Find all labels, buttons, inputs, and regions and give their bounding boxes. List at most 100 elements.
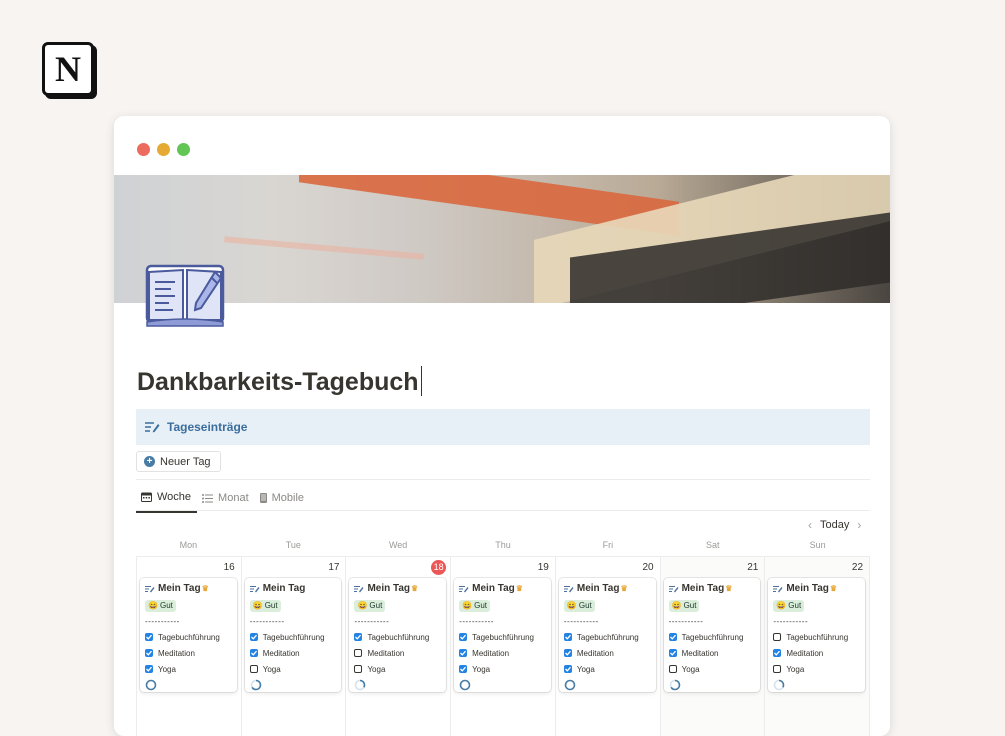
day-number: 21 bbox=[747, 562, 759, 573]
checkbox-label: Yoga bbox=[786, 664, 805, 674]
checkbox[interactable] bbox=[668, 649, 677, 657]
maximize-dot[interactable] bbox=[177, 143, 190, 156]
weekday-label: Wed bbox=[388, 540, 408, 550]
day-column[interactable]: 18 Mein Tag ♛ 😄 Gut ----------- Tagebuchführun… bbox=[346, 557, 452, 736]
crown-icon: ♛ bbox=[829, 584, 838, 593]
separator-text: ----------- bbox=[249, 617, 285, 626]
checkbox[interactable] bbox=[459, 665, 468, 673]
chevron-left-icon[interactable]: ‹ bbox=[808, 518, 812, 532]
checkbox-label: Tagebuchführung bbox=[786, 632, 849, 642]
entry-icon bbox=[668, 585, 679, 593]
checkbox-row: Yoga bbox=[773, 661, 861, 677]
checkbox-row: Meditation bbox=[354, 645, 442, 661]
crown-icon: ♛ bbox=[515, 584, 523, 593]
close-dot[interactable] bbox=[137, 143, 150, 156]
journal-book-icon[interactable] bbox=[145, 264, 225, 328]
entry-title: Mein Tag bbox=[786, 583, 829, 594]
day-number: 19 bbox=[537, 562, 549, 573]
minimize-dot[interactable] bbox=[157, 143, 170, 156]
day-column[interactable]: 19 Mein Tag ♛ 😄 Gut ----------- Tagebuchführun… bbox=[451, 557, 556, 736]
day-column[interactable]: 22 Mein Tag ♛ 😄 Gut ----------- Tagebuchführun… bbox=[765, 557, 871, 736]
day-entry-card[interactable]: Mein Tag ♛ 😄 Gut ----------- Tagebuchführung M… bbox=[768, 578, 866, 692]
day-entry-card[interactable]: Mein Tag ♛ 😄 Gut ----------- Tagebuchführung M… bbox=[663, 578, 761, 692]
day-number: 18 bbox=[431, 560, 447, 575]
progress-ring bbox=[145, 678, 233, 696]
database-title: Tageseinträge bbox=[167, 420, 248, 434]
crown-icon: ♛ bbox=[620, 584, 628, 593]
calendar-icon bbox=[141, 492, 152, 502]
checkbox-label: Yoga bbox=[158, 664, 176, 674]
checkbox-row: Tagebuchführung bbox=[563, 629, 652, 645]
checkbox[interactable] bbox=[773, 633, 782, 641]
checkbox[interactable] bbox=[459, 633, 468, 641]
checkbox[interactable] bbox=[145, 633, 153, 641]
separator-text: ----------- bbox=[459, 617, 494, 626]
checkbox[interactable] bbox=[668, 665, 677, 673]
checkbox-row: Tagebuchführung bbox=[668, 629, 757, 645]
checkbox-row: Yoga bbox=[668, 661, 757, 677]
date-navigation: ‹ Today › bbox=[808, 518, 861, 532]
checkbox-label: Meditation bbox=[262, 648, 300, 658]
weekday-header: Mon Tue Wed Thu Fri Sat Sun bbox=[136, 540, 870, 550]
checkbox[interactable] bbox=[145, 665, 153, 673]
weekday-label: Thu bbox=[495, 540, 511, 550]
entry-icon bbox=[773, 585, 783, 593]
today-button[interactable]: Today bbox=[820, 519, 849, 531]
checkbox[interactable] bbox=[354, 633, 363, 641]
checkbox-label: Tagebuchführung bbox=[367, 632, 430, 642]
checkbox-row: Tagebuchführung bbox=[773, 629, 861, 645]
checkbox[interactable] bbox=[354, 665, 363, 673]
checkbox-row: Yoga bbox=[145, 661, 233, 677]
smile-icon: 😄 bbox=[462, 601, 473, 610]
smile-icon: 😄 bbox=[671, 601, 682, 610]
checkbox-row: Yoga bbox=[354, 661, 442, 677]
day-entry-card[interactable]: Mein Tag 😄 Gut ----------- Tagebuchführung Me… bbox=[244, 578, 342, 692]
smile-icon: 😄 bbox=[776, 601, 787, 610]
day-entry-card[interactable]: Mein Tag ♛ 😄 Gut ----------- Tagebuchführung M… bbox=[558, 578, 656, 692]
progress-ring bbox=[250, 678, 338, 696]
separator-text: ----------- bbox=[145, 617, 180, 626]
checkbox[interactable] bbox=[249, 649, 258, 657]
checkbox[interactable] bbox=[773, 665, 782, 673]
checkbox[interactable] bbox=[459, 649, 468, 657]
day-column[interactable]: 21 Mein Tag ♛ 😄 Gut ----------- Tagebuchführun… bbox=[660, 557, 766, 736]
separator-text: ----------- bbox=[354, 617, 390, 626]
checkbox-label: Meditation bbox=[472, 648, 510, 658]
mood-tag: 😄 Gut bbox=[668, 599, 700, 612]
checkbox-label: Yoga bbox=[262, 664, 281, 674]
checkbox-row: Meditation bbox=[459, 645, 547, 661]
new-day-button[interactable]: + Neuer Tag bbox=[136, 451, 221, 472]
checkbox[interactable] bbox=[249, 665, 258, 673]
progress-ring bbox=[354, 678, 442, 696]
entry-title: Mein Tag bbox=[681, 583, 725, 594]
checkbox[interactable] bbox=[145, 649, 153, 657]
chevron-right-icon[interactable]: › bbox=[857, 518, 861, 532]
database-header[interactable]: Tageseinträge bbox=[136, 409, 870, 445]
checkbox[interactable] bbox=[773, 649, 782, 657]
checkbox[interactable] bbox=[563, 649, 572, 657]
plus-icon: + bbox=[144, 456, 155, 467]
day-column[interactable]: 17 Mein Tag 😄 Gut ----------- Tagebuchführung… bbox=[242, 557, 347, 736]
checkbox-row: Meditation bbox=[668, 645, 757, 661]
checkbox-row: Meditation bbox=[145, 645, 233, 661]
day-entry-card[interactable]: Mein Tag ♛ 😄 Gut ----------- Tagebuchführung M… bbox=[140, 578, 237, 692]
checkbox-label: Tagebuchführung bbox=[158, 632, 220, 642]
checkbox[interactable] bbox=[249, 633, 258, 641]
checkbox[interactable] bbox=[563, 633, 572, 641]
entry-icon bbox=[459, 585, 469, 593]
checkbox-label: Tagebuchführung bbox=[262, 632, 325, 642]
checkbox-label: Meditation bbox=[158, 648, 195, 658]
window-controls bbox=[137, 143, 190, 156]
checkbox-label: Tagebuchführung bbox=[681, 632, 744, 642]
entry-title: Mein Tag bbox=[262, 583, 306, 594]
day-column[interactable]: 20 Mein Tag ♛ 😄 Gut ----------- Tagebuchführun… bbox=[556, 557, 661, 736]
day-column[interactable]: 16 Mein Tag ♛ 😄 Gut ----------- Tagebuchführun… bbox=[136, 557, 242, 736]
checkbox[interactable] bbox=[354, 649, 363, 657]
day-entry-card[interactable]: Mein Tag ♛ 😄 Gut ----------- Tagebuchführung M… bbox=[349, 578, 447, 692]
checkbox-label: Meditation bbox=[367, 648, 405, 658]
day-entry-card[interactable]: Mein Tag ♛ 😄 Gut ----------- Tagebuchführung M… bbox=[454, 578, 551, 692]
checkbox[interactable] bbox=[563, 665, 572, 673]
checkbox[interactable] bbox=[668, 633, 677, 641]
page-title[interactable]: Dankbarkeits-Tagebuch bbox=[137, 366, 422, 397]
entries-icon bbox=[145, 421, 160, 433]
